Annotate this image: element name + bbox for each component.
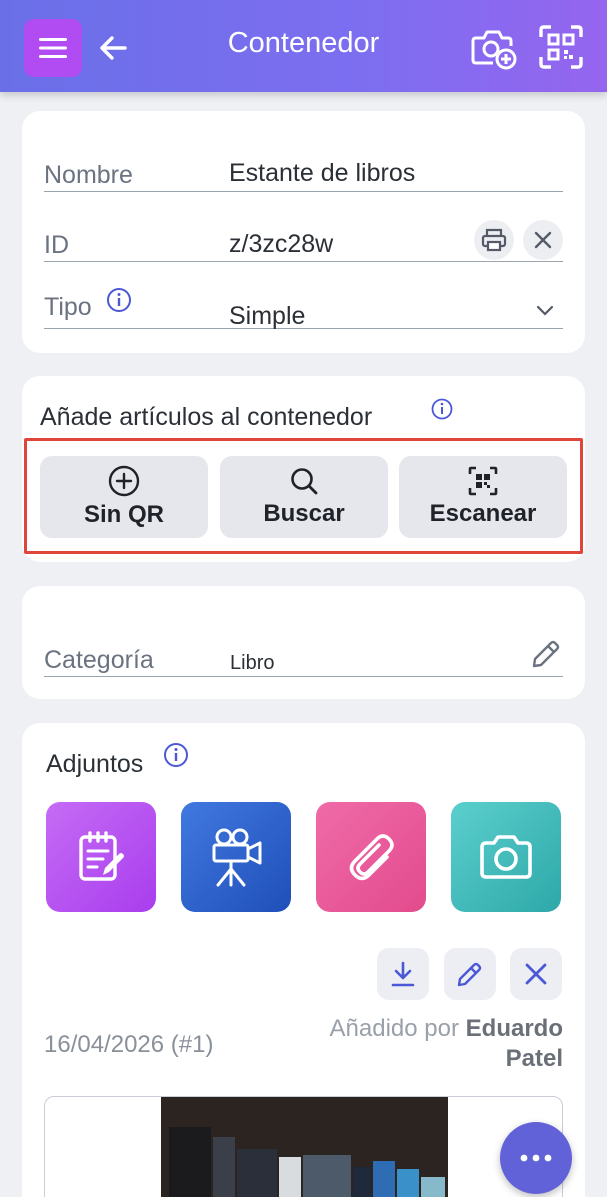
type-label: Tipo — [44, 293, 92, 321]
video-camera-icon — [212, 828, 262, 887]
container-details-card: Nombre Estante de libros ID z/3zc28w Tip… — [22, 111, 585, 353]
author-first-name: Eduardo — [465, 1015, 563, 1042]
add-photo-tile-button[interactable] — [451, 802, 561, 912]
printer-icon — [481, 228, 507, 252]
add-photo-button[interactable] — [470, 24, 518, 72]
scan-qr-button[interactable] — [536, 22, 586, 72]
close-icon — [525, 963, 547, 985]
add-note-button[interactable] — [46, 802, 156, 912]
pencil-icon — [457, 962, 482, 987]
plus-circle-icon — [108, 465, 140, 497]
id-label: ID — [44, 231, 69, 259]
search-button[interactable]: Buscar — [220, 456, 388, 538]
attachment-preview[interactable] — [44, 1096, 563, 1197]
scan-button[interactable]: Escanear — [399, 456, 567, 538]
search-label: Buscar — [263, 500, 345, 527]
category-card: Categoría Libro — [22, 586, 585, 699]
pencil-icon[interactable] — [530, 638, 562, 670]
name-label: Nombre — [44, 161, 133, 189]
type-select[interactable]: Tipo Simple — [44, 287, 563, 330]
attachment-author: Añadido por Eduardo Patel — [300, 1014, 563, 1074]
app-header: Contenedor — [0, 0, 607, 92]
add-video-button[interactable] — [181, 802, 291, 912]
print-button[interactable] — [474, 220, 514, 260]
edit-attachment-button[interactable] — [444, 948, 496, 1000]
id-field[interactable]: ID z/3zc28w — [44, 220, 563, 262]
add-without-qr-label: Sin QR — [83, 501, 164, 528]
category-field[interactable]: Categoría Libro — [44, 638, 563, 677]
download-attachment-button[interactable] — [377, 948, 429, 1000]
add-items-title: Añade artículos al contenedor — [40, 403, 373, 431]
add-items-info-icon[interactable] — [431, 398, 453, 420]
add-without-qr-button[interactable]: Sin QR — [40, 456, 208, 538]
id-value[interactable]: z/3zc28w — [229, 230, 333, 259]
chevron-down-icon — [536, 305, 554, 316]
name-value[interactable]: Estante de libros — [229, 159, 415, 188]
qr-scan-icon — [468, 466, 498, 496]
delete-attachment-button[interactable] — [510, 948, 562, 1000]
bookshelf-photo — [161, 1097, 448, 1197]
search-icon — [291, 468, 318, 495]
download-icon — [391, 961, 415, 987]
attachments-info-icon[interactable] — [163, 742, 189, 768]
category-value: Libro — [230, 652, 275, 674]
attachments-title: Adjuntos — [46, 750, 144, 778]
camera-icon — [480, 835, 532, 879]
add-items-card: Añade artículos al contenedor Sin QR Bus… — [22, 376, 585, 562]
name-field[interactable]: Nombre Estante de libros — [44, 151, 563, 192]
qr-scan-icon — [539, 25, 583, 69]
author-last-name: Patel — [505, 1045, 563, 1072]
clear-id-button[interactable] — [523, 220, 563, 260]
note-icon — [79, 831, 124, 881]
category-label: Categoría — [44, 646, 154, 674]
camera-add-icon — [471, 30, 517, 70]
scan-label: Escanear — [429, 500, 537, 527]
more-options-button[interactable] — [500, 1122, 572, 1194]
more-horizontal-icon — [520, 1154, 552, 1162]
close-icon — [534, 231, 552, 249]
type-value: Simple — [229, 302, 306, 330]
add-file-button[interactable] — [316, 802, 426, 912]
info-icon[interactable] — [106, 287, 132, 313]
paperclip-icon — [349, 834, 394, 881]
attachment-date: 16/04/2026 (#1) — [44, 1031, 214, 1058]
added-by-prefix: Añadido por — [329, 1015, 459, 1042]
